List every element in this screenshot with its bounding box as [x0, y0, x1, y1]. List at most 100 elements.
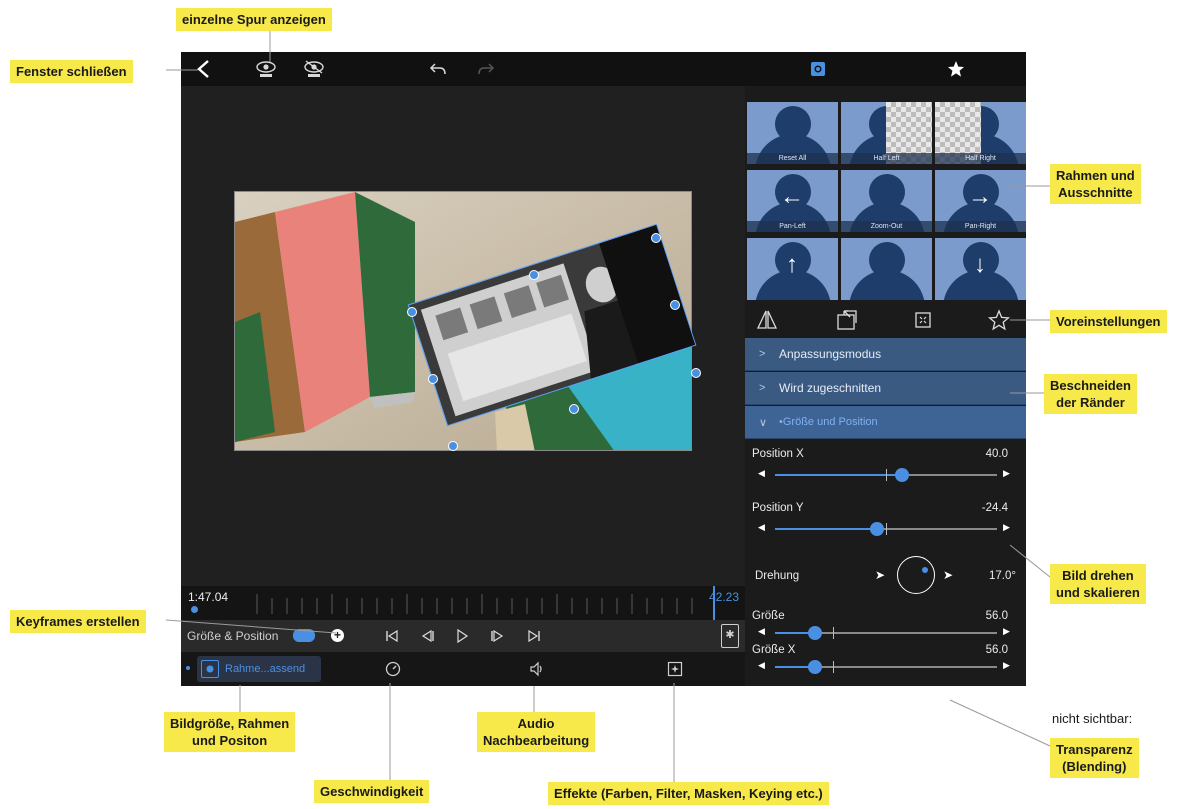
mute-track-eye-icon[interactable]: [299, 52, 329, 86]
callout-line: Beschneiden: [1050, 378, 1131, 393]
callout-effekte: Effekte (Farben, Filter, Masken, Keying …: [548, 782, 829, 805]
rotate-right-arrow-icon[interactable]: ➤: [943, 568, 953, 582]
callout-line: und Positon: [192, 733, 268, 748]
slider-value: 56.0: [985, 610, 1008, 622]
slider-value: 56.0: [985, 644, 1008, 656]
add-keyframe-button[interactable]: +: [331, 629, 344, 642]
speed-gauge-icon[interactable]: [383, 659, 403, 679]
fit-frame-icon[interactable]: [911, 308, 935, 332]
timeline-start-time: 1:47.04: [188, 590, 229, 604]
slider-track[interactable]: [775, 522, 997, 536]
rotate-left-arrow-icon[interactable]: ➤: [875, 568, 885, 582]
skip-to-end-icon[interactable]: [524, 626, 544, 646]
preset-silhouette: [869, 242, 905, 278]
chevron-down-icon: ∨: [759, 416, 768, 429]
callout-line: Rahmen und: [1056, 168, 1135, 183]
step-forward-icon[interactable]: [487, 626, 507, 646]
redo-icon[interactable]: [471, 52, 501, 86]
callout-audio: Audio Nachbearbeitung: [477, 712, 596, 752]
timeline-position-dot: [191, 606, 198, 613]
increment-arrow-icon[interactable]: ▶: [1003, 660, 1010, 671]
clipboard-icon[interactable]: ✱: [721, 624, 739, 648]
section-title: Anpassungsmodus: [779, 347, 882, 361]
favorites-star-icon[interactable]: [941, 52, 971, 86]
timeline-ticks: [256, 594, 693, 614]
solo-track-eye-icon[interactable]: [251, 52, 281, 86]
note-nicht-sichtbar: nicht sichtbar:: [1052, 711, 1133, 726]
effects-icon[interactable]: [665, 659, 685, 679]
slider-thumb[interactable]: [895, 468, 909, 482]
callout-beschneiden: Beschneiden der Ränder: [1044, 374, 1137, 414]
undo-icon[interactable]: [423, 52, 453, 86]
chevron-right-icon: >: [759, 382, 766, 394]
flip-icon[interactable]: [755, 308, 779, 332]
preset-tile[interactable]: ↓: [935, 238, 1026, 300]
preset-tile[interactable]: → Pan-Right: [935, 170, 1026, 232]
callout-line: Nachbearbeitung: [483, 733, 590, 748]
callout-bildgroesse: Bildgröße, Rahmen und Positon: [164, 712, 296, 752]
back-chevron-icon[interactable]: [189, 52, 219, 86]
preset-tile[interactable]: Reset All: [747, 102, 838, 164]
slider-thumb[interactable]: [808, 660, 822, 674]
preset-label: Half Right: [935, 153, 1026, 164]
preset-tile[interactable]: Zoom-Out: [841, 170, 932, 232]
preset-tile[interactable]: Half Left: [841, 102, 932, 164]
slider-fill: [775, 528, 877, 530]
frame-presets-grid: Reset All Half Left Half Right ← Pan-Left Zoo…: [745, 102, 1026, 300]
slider-groesse-x: Größe X 56.0 ◀ ▶: [745, 640, 1026, 684]
arrow-up-icon: ↑: [786, 251, 798, 278]
increment-arrow-icon[interactable]: ▶: [1003, 468, 1010, 479]
arrow-left-icon: ←: [780, 183, 804, 210]
timeline-scrubber[interactable]: 1:47.04 42.23: [181, 586, 745, 620]
step-back-icon[interactable]: [418, 626, 438, 646]
preset-label: Zoom-Out: [841, 221, 932, 232]
preset-tile[interactable]: [841, 238, 932, 300]
preset-silhouette: [869, 174, 905, 210]
rotation-control: Drehung ➤ ➤ 17.0°: [745, 552, 1026, 604]
keyframe-toggle-badge[interactable]: [293, 629, 315, 642]
slider-thumb[interactable]: [808, 626, 822, 640]
callout-transparenz: Transparenz (Blending): [1050, 738, 1139, 778]
decrement-arrow-icon[interactable]: ◀: [758, 660, 765, 671]
preset-tile[interactable]: ← Pan-Left: [747, 170, 838, 232]
panel-tool-row: [745, 302, 1026, 338]
section-wird-zugeschnitten[interactable]: > Wird zugeschnitten: [745, 372, 1026, 405]
preset-silhouette: [775, 106, 811, 142]
arrow-down-icon: ↓: [974, 251, 986, 278]
slider-track[interactable]: [775, 468, 997, 482]
audio-speaker-icon[interactable]: [527, 659, 547, 679]
arrow-right-icon: →: [968, 183, 992, 210]
clip-indicator-dot: [186, 666, 190, 670]
section-groesse-und-position[interactable]: ∨ •Größe und Position: [745, 406, 1026, 439]
rotation-dial[interactable]: [897, 556, 935, 594]
frame-settings-icon[interactable]: [803, 52, 833, 86]
slider-track[interactable]: [775, 660, 997, 674]
presets-star-icon[interactable]: [987, 308, 1011, 332]
section-anpassungsmodus[interactable]: > Anpassungsmodus: [745, 338, 1026, 371]
play-icon[interactable]: [452, 626, 472, 646]
decrement-arrow-icon[interactable]: ◀: [758, 522, 765, 533]
crop-edit-icon[interactable]: [835, 308, 859, 332]
preset-tile[interactable]: Half Right: [935, 102, 1026, 164]
video-editor-window: 1:47.04 42.23 Größe & Position + ✱ Rahme…: [181, 52, 1026, 686]
increment-arrow-icon[interactable]: ▶: [1003, 626, 1010, 637]
callout-line: Audio: [517, 716, 555, 731]
slider-label: Position Y: [752, 502, 804, 514]
callout-bild-drehen: Bild drehen und skalieren: [1050, 564, 1146, 604]
timeline-end-time: 42.23: [708, 590, 739, 604]
callout-keyframes: Keyframes erstellen: [10, 610, 146, 633]
slider-thumb[interactable]: [870, 522, 884, 536]
decrement-arrow-icon[interactable]: ◀: [758, 468, 765, 479]
callout-line: Bild drehen: [1062, 568, 1134, 583]
decrement-arrow-icon[interactable]: ◀: [758, 626, 765, 637]
section-title: Wird zugeschnitten: [779, 381, 882, 395]
slider-label: Größe X: [752, 644, 796, 656]
callout-einzelne-spur: einzelne Spur anzeigen: [176, 8, 332, 31]
increment-arrow-icon[interactable]: ▶: [1003, 522, 1010, 533]
slider-track[interactable]: [775, 626, 997, 640]
transform-handle[interactable]: [691, 368, 701, 378]
inspector-panel: Reset All Half Left Half Right ← Pan-Left Zoo…: [745, 86, 1026, 686]
preset-tile[interactable]: ↑: [747, 238, 838, 300]
frame-position-clip-button[interactable]: Rahme...assend: [197, 656, 321, 682]
skip-to-start-icon[interactable]: [382, 626, 402, 646]
